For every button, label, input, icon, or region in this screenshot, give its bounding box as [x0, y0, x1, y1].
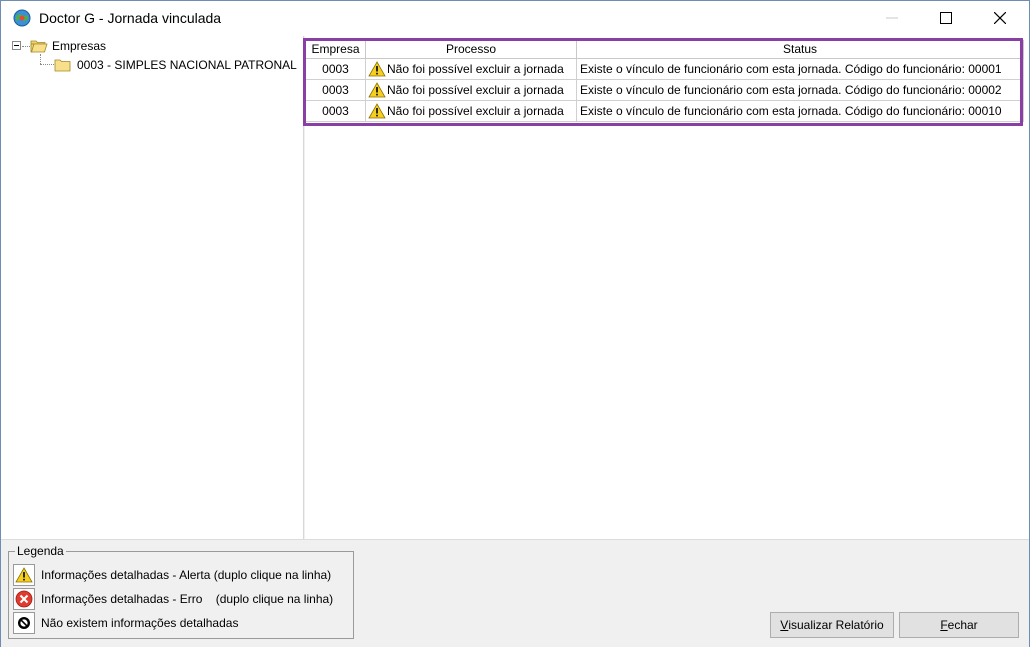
tree-item-label: Empresas — [52, 39, 107, 53]
legend-icon-box — [13, 612, 35, 634]
tree-item-label: 0003 - SIMPLES NACIONAL PATRONAL — [77, 58, 297, 72]
legend-text: Informações detalhadas - Alerta (duplo c… — [41, 568, 332, 582]
legend-icon-box — [13, 588, 35, 610]
button-label: isualizar Relatório — [788, 618, 884, 632]
window-title: Doctor G - Jornada vinculada — [39, 10, 222, 26]
minimize-icon — [886, 17, 898, 19]
open-folder-icon — [30, 40, 48, 53]
legend-item-alert: Informações detalhadas - Alerta (duplo c… — [13, 564, 331, 586]
grid-header-row: Empresa Processo Status — [306, 40, 1024, 59]
folder-icon — [54, 59, 71, 72]
title-bar[interactable]: Doctor G - Jornada vinculada — [1, 1, 1029, 35]
legend-item-error: Informações detalhadas - Erro (duplo cli… — [13, 588, 333, 610]
cell-empresa: 0003 — [306, 58, 366, 80]
cell-status: Existe o vínculo de funcionário com esta… — [576, 100, 1024, 122]
legend-title: Legenda — [15, 544, 66, 558]
tree-connector — [40, 54, 41, 64]
legend-text: Informações detalhadas - Erro (duplo cli… — [41, 592, 334, 606]
close-icon — [994, 12, 1006, 24]
warning-icon — [368, 103, 386, 119]
button-label: echar — [947, 618, 978, 632]
cell-processo: Não foi possível excluir a jornada — [365, 79, 577, 101]
results-grid: Empresa Processo Status 0003 Não foi pos… — [306, 40, 1024, 122]
cell-empresa: 0003 — [306, 79, 366, 101]
warning-icon — [15, 567, 33, 583]
tree-item-company-0003[interactable]: 0003 - SIMPLES NACIONAL PATRONAL — [54, 56, 297, 74]
mnemonic-letter: V — [780, 618, 789, 632]
column-header-processo[interactable]: Processo — [365, 40, 577, 59]
app-globe-icon — [13, 9, 31, 27]
table-row[interactable]: 0003 Não foi possível excluir a jornada … — [306, 58, 1024, 80]
processo-text: Não foi possível excluir a jornada — [387, 104, 564, 118]
bottom-panel: Legenda Informações detalhadas - Alerta … — [1, 539, 1029, 647]
legend-group: Legenda Informações detalhadas - Alerta … — [8, 544, 354, 639]
close-window-button[interactable] — [977, 1, 1023, 35]
mnemonic-letter: F — [940, 618, 948, 632]
table-row[interactable]: 0003 Não foi possível excluir a jornada … — [306, 100, 1024, 122]
cell-processo: Não foi possível excluir a jornada — [365, 58, 577, 80]
tree-connector — [40, 64, 54, 65]
dialog-window: Doctor G - Jornada vinculada Empresas 00… — [0, 0, 1030, 647]
no-info-icon — [18, 617, 30, 629]
maximize-icon — [940, 12, 952, 24]
processo-text: Não foi possível excluir a jornada — [387, 62, 564, 76]
view-report-button[interactable]: Visualizar Relatório — [770, 612, 894, 638]
minimize-button[interactable] — [869, 1, 915, 35]
cell-status: Existe o vínculo de funcionário com esta… — [576, 79, 1024, 101]
warning-icon — [368, 82, 386, 98]
legend-text: Não existem informações detalhadas — [41, 616, 239, 630]
error-icon — [15, 590, 33, 608]
column-header-empresa[interactable]: Empresa — [306, 40, 366, 59]
tree-connector — [22, 46, 30, 47]
legend-item-no-info: Não existem informações detalhadas — [13, 612, 238, 634]
processo-text: Não foi possível excluir a jornada — [387, 83, 564, 97]
cell-empresa: 0003 — [306, 100, 366, 122]
cell-processo: Não foi possível excluir a jornada — [365, 100, 577, 122]
company-tree: Empresas 0003 - SIMPLES NACIONAL PATRONA… — [3, 36, 303, 539]
cell-status: Existe o vínculo de funcionário com esta… — [576, 58, 1024, 80]
maximize-button[interactable] — [923, 1, 969, 35]
close-button[interactable]: Fechar — [899, 612, 1019, 638]
table-row[interactable]: 0003 Não foi possível excluir a jornada … — [306, 79, 1024, 101]
legend-icon-box — [13, 564, 35, 586]
tree-item-empresas[interactable]: Empresas — [30, 37, 106, 55]
tree-collapse-toggle[interactable] — [12, 41, 21, 50]
warning-icon — [368, 61, 386, 77]
splitter[interactable] — [303, 36, 305, 539]
column-header-status[interactable]: Status — [576, 40, 1024, 59]
